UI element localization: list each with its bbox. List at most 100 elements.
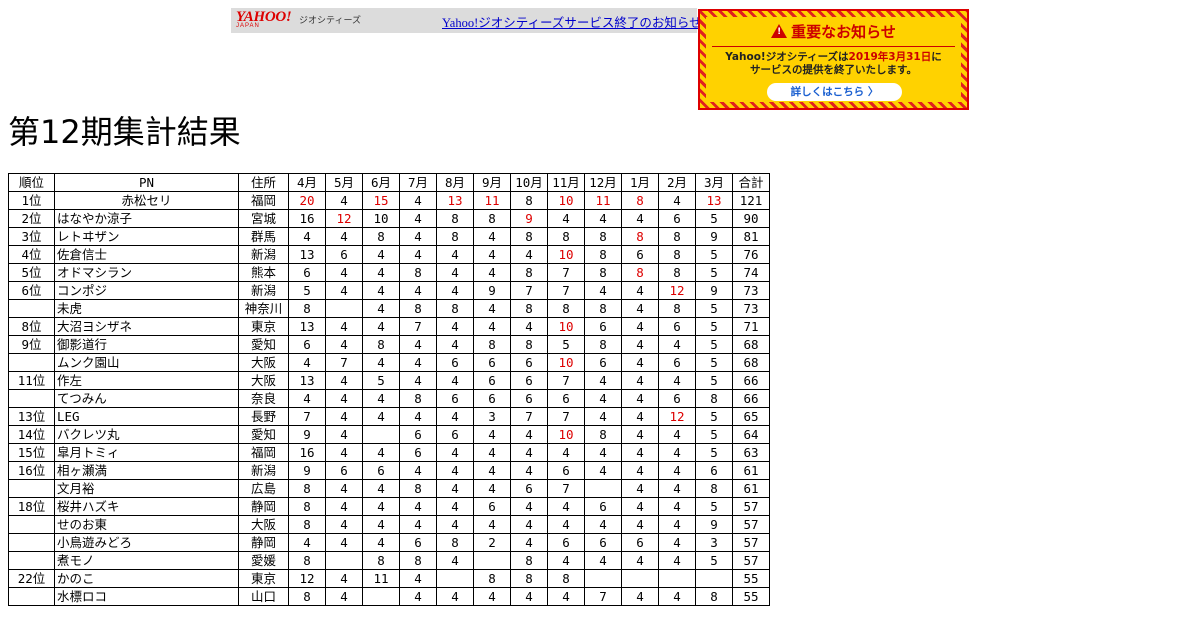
month-score-cell: 4: [325, 533, 363, 552]
month-score-cell: 4: [510, 317, 548, 336]
month-score-cell: 13: [288, 245, 326, 264]
month-score-cell: 4: [658, 461, 696, 480]
month-score-cell: 3: [695, 533, 733, 552]
location-cell: 熊本: [238, 263, 289, 282]
month-score-cell: 5: [695, 209, 733, 228]
month-score-cell: 8: [510, 569, 548, 588]
month-score-cell: 4: [436, 551, 474, 570]
details-button[interactable]: 詳しくはこちら 〉: [767, 83, 902, 101]
month-score-cell: 4: [510, 515, 548, 534]
month-score-cell: 4: [621, 407, 659, 426]
month-score-cell: 4: [362, 389, 400, 408]
month-score-cell: 4: [510, 533, 548, 552]
month-score-cell: 4: [325, 407, 363, 426]
location-cell: 大阪: [238, 371, 289, 390]
pn-cell: 赤松セリ: [54, 191, 239, 210]
month-score-cell: 4: [473, 263, 511, 282]
location-cell: 愛媛: [238, 551, 289, 570]
total-cell: 65: [732, 407, 770, 426]
location-cell: 山口: [238, 587, 289, 606]
month-score-cell: 4: [621, 281, 659, 300]
rank-cell: [8, 389, 55, 408]
month-score-cell: 9: [288, 461, 326, 480]
month-score-cell: 4: [584, 407, 622, 426]
location-cell: 新潟: [238, 281, 289, 300]
month-score-cell: 5: [695, 497, 733, 516]
month-score-cell: 4: [325, 335, 363, 354]
month-score-cell: 4: [288, 227, 326, 246]
month-score-cell: 7: [547, 479, 585, 498]
pn-cell: はなやか涼子: [54, 209, 239, 228]
month-score-cell: 8: [584, 335, 622, 354]
location-cell: 東京: [238, 569, 289, 588]
month-score-cell: 12: [325, 209, 363, 228]
total-cell: 63: [732, 443, 770, 462]
table-row: 11位 作左 大阪 13 4 5 4 4 6 6 7 4 4 4 5 66: [8, 371, 770, 390]
month-score-cell: 11: [473, 191, 511, 210]
month-score-cell: 4: [288, 389, 326, 408]
month-score-cell: 4: [399, 515, 437, 534]
total-cell: 57: [732, 515, 770, 534]
table-row: 15位 皐月トミィ 福岡 16 4 4 6 4 4 4 4 4 4 4 5 63: [8, 443, 770, 462]
month-score-cell: 4: [325, 587, 363, 606]
month-score-cell: 4: [621, 389, 659, 408]
month-score-cell: 4: [362, 299, 400, 318]
rank-cell: 16位: [8, 461, 55, 480]
month-score-cell: 6: [621, 533, 659, 552]
month-score-cell: 8: [658, 227, 696, 246]
month-score-cell: 5: [695, 551, 733, 570]
month-score-cell: 4: [399, 353, 437, 372]
month-score-cell: 4: [621, 335, 659, 354]
month-score-cell: 8: [695, 479, 733, 498]
month-score-cell: 9: [510, 209, 548, 228]
month-score-cell: 4: [325, 569, 363, 588]
month-score-cell: 4: [510, 587, 548, 606]
month-score-cell: 8: [510, 191, 548, 210]
month-score-cell: 8: [473, 209, 511, 228]
total-cell: 57: [732, 533, 770, 552]
month-score-cell: 8: [399, 479, 437, 498]
month-score-cell: 4: [473, 443, 511, 462]
month-score-cell: 12: [658, 407, 696, 426]
geocities-banner: YAHOO! JAPAN ジオシティーズ Yahoo!ジオシティーズサービス終了…: [231, 8, 702, 33]
important-notice-box[interactable]: ! 重要なお知らせ Yahoo!ジオシティーズは2019年3月31日に サービスの…: [698, 9, 969, 110]
month-score-cell: 7: [547, 281, 585, 300]
month-score-cell: 8: [695, 389, 733, 408]
rank-cell: 6位: [8, 281, 55, 300]
rank-cell: 18位: [8, 497, 55, 516]
month-score-cell: 12: [658, 281, 696, 300]
location-cell: 奈良: [238, 389, 289, 408]
month-score-cell: 4: [399, 497, 437, 516]
location-cell: 新潟: [238, 461, 289, 480]
month-score-cell: 4: [658, 335, 696, 354]
month-score-cell: 9: [695, 227, 733, 246]
month-score-cell: 4: [325, 479, 363, 498]
notice-title: ! 重要なお知らせ: [706, 21, 961, 42]
month-score-cell: 9: [695, 281, 733, 300]
month-score-cell: 4: [399, 209, 437, 228]
month-score-cell: 8: [584, 245, 622, 264]
month-score-cell: 8: [621, 227, 659, 246]
notice-line2: サービスの提供を終了いたします。: [750, 64, 917, 76]
month-score-cell: 8: [473, 335, 511, 354]
month-score-cell: 8: [584, 263, 622, 282]
rank-cell: [8, 587, 55, 606]
month-score-cell: 4: [362, 245, 400, 264]
table-row: 煮モノ 愛媛 8 8 8 4 8 4 4 4 4 5 57: [8, 551, 770, 570]
month-score-cell: 4: [362, 263, 400, 282]
table-row: 4位 佐倉信士 新潟 13 6 4 4 4 4 4 10 8 6 8 5 76: [8, 245, 770, 264]
month-score-cell: 5: [695, 353, 733, 372]
pn-cell: オドマシラン: [54, 263, 239, 282]
rank-cell: 22位: [8, 569, 55, 588]
column-header: 11月: [547, 173, 585, 192]
location-cell: 福岡: [238, 191, 289, 210]
service-end-notice-link[interactable]: Yahoo!ジオシティーズサービス終了のお知らせ: [442, 12, 702, 31]
pn-cell: 御影道行: [54, 335, 239, 354]
table-row: 未虎 神奈川 8 4 8 8 4 8 8 8 4 8 5 73: [8, 299, 770, 318]
month-score-cell: 4: [399, 335, 437, 354]
month-score-cell: 5: [695, 371, 733, 390]
pn-cell: 作左: [54, 371, 239, 390]
month-score-cell: 8: [399, 389, 437, 408]
column-header: 合計: [732, 173, 770, 192]
table-row: 16位 相ヶ瀬満 新潟 9 6 6 4 4 4 4 6 4 4 4 6 61: [8, 461, 770, 480]
